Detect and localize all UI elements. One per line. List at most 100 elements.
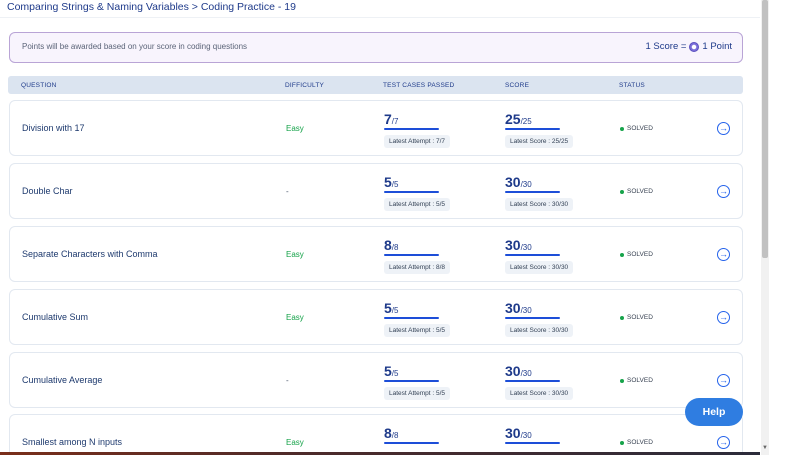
score-progress-bar (505, 128, 560, 130)
score-total: /30 (520, 369, 532, 378)
test-cases-metric: 8/8 (384, 425, 439, 444)
header-question: QUESTION (21, 82, 57, 89)
score-metric: 30/30 Latest Score : 30/30 (505, 174, 574, 211)
status-label: SOLVED (627, 377, 653, 384)
test-cases-progress-bar (384, 317, 439, 319)
difficulty-label: Easy (286, 250, 304, 259)
test-cases-passed: 5 (384, 363, 392, 379)
status-badge: SOLVED (620, 377, 653, 384)
scrollbar[interactable]: ▼ (761, 0, 769, 455)
arrow-right-circle-icon[interactable]: → (717, 248, 730, 261)
status-label: SOLVED (627, 125, 653, 132)
status-label: SOLVED (627, 314, 653, 321)
test-cases-metric: 5/5 Latest Attempt : 5/5 (384, 174, 451, 211)
latest-score-badge: Latest Score : 30/30 (505, 387, 574, 400)
status-label: SOLVED (627, 439, 653, 446)
score-total: /30 (520, 180, 532, 189)
coding-practice-page: Comparing Strings & Naming Variables > C… (0, 0, 760, 455)
score-metric: 30/30 (505, 425, 560, 444)
question-row[interactable]: Smallest among N inputs Easy 8/8 30/30 SOLVE… (9, 414, 743, 455)
score-total: /30 (520, 243, 532, 252)
difficulty-label: Easy (286, 313, 304, 322)
latest-score-badge: Latest Score : 30/30 (505, 261, 574, 274)
question-title[interactable]: Cumulative Average (22, 375, 102, 385)
header-score: SCORE (505, 82, 530, 89)
table-header: QUESTION DIFFICULTY TEST CASES PASSED SC… (8, 76, 743, 94)
question-row[interactable]: Cumulative Sum Easy 5/5 Latest Attempt : 5/… (9, 289, 743, 345)
test-cases-passed: 5 (384, 300, 392, 316)
status-dot-icon (620, 378, 624, 383)
question-row[interactable]: Double Char - 5/5 Latest Attempt : 5/5 30/30… (9, 163, 743, 219)
status-badge: SOLVED (620, 188, 653, 195)
arrow-right-circle-icon[interactable]: → (717, 122, 730, 135)
header-divider (0, 17, 760, 18)
test-cases-total: /8 (391, 431, 399, 440)
coin-icon (689, 41, 700, 52)
test-cases-progress-bar (384, 128, 439, 130)
score-progress-bar (505, 442, 560, 444)
score-progress-bar (505, 191, 560, 193)
question-row[interactable]: Division with 17 Easy 7/7 Latest Attempt : … (9, 100, 743, 156)
score-value: 30 (505, 174, 521, 190)
latest-score-badge: Latest Score : 30/30 (505, 198, 574, 211)
status-badge: SOLVED (620, 439, 653, 446)
arrow-right-circle-icon[interactable]: → (717, 311, 730, 324)
breadcrumb[interactable]: Comparing Strings & Naming Variables > C… (7, 1, 296, 13)
test-cases-metric: 8/8 Latest Attempt : 8/8 (384, 237, 451, 274)
status-badge: SOLVED (620, 251, 653, 258)
score-metric: 30/30 Latest Score : 30/30 (505, 237, 574, 274)
score-value: 30 (505, 363, 521, 379)
test-cases-progress-bar (384, 254, 439, 256)
test-cases-metric: 5/5 Latest Attempt : 5/5 (384, 363, 451, 400)
score-progress-bar (505, 317, 560, 319)
question-title[interactable]: Division with 17 (22, 123, 85, 133)
status-dot-icon (620, 440, 624, 445)
question-title[interactable]: Separate Characters with Comma (22, 249, 158, 259)
header-status: STATUS (619, 82, 645, 89)
status-dot-icon (620, 252, 624, 257)
test-cases-total: /5 (391, 306, 399, 315)
scroll-down-arrow-icon[interactable]: ▼ (762, 444, 768, 452)
question-title[interactable]: Double Char (22, 186, 73, 196)
arrow-right-circle-icon[interactable]: → (717, 374, 730, 387)
test-cases-passed: 7 (384, 111, 392, 127)
status-badge: SOLVED (620, 125, 653, 132)
test-cases-metric: 7/7 Latest Attempt : 7/7 (384, 111, 451, 148)
question-row[interactable]: Cumulative Average - 5/5 Latest Attempt : 5… (9, 352, 743, 408)
status-dot-icon (620, 126, 624, 131)
test-cases-total: /5 (391, 369, 399, 378)
score-value: 30 (505, 300, 521, 316)
latest-attempt-badge: Latest Attempt : 5/5 (384, 198, 451, 211)
question-row[interactable]: Separate Characters with Comma Easy 8/8 Lat… (9, 226, 743, 282)
test-cases-total: /7 (391, 117, 399, 126)
test-cases-passed: 8 (384, 425, 392, 441)
latest-score-badge: Latest Score : 30/30 (505, 324, 574, 337)
difficulty-label: - (286, 376, 289, 385)
score-total: /25 (520, 117, 532, 126)
help-button[interactable]: Help (685, 398, 743, 426)
arrow-right-circle-icon[interactable]: → (717, 185, 730, 198)
status-badge: SOLVED (620, 314, 653, 321)
difficulty-label: - (286, 187, 289, 196)
points-rule: 1 Score = 1 Point (645, 41, 732, 52)
test-cases-metric: 5/5 Latest Attempt : 5/5 (384, 300, 451, 337)
points-rule-right: 1 Point (702, 41, 732, 52)
arrow-right-circle-icon[interactable]: → (717, 436, 730, 449)
points-banner: Points will be awarded based on your sco… (9, 32, 743, 63)
test-cases-passed: 8 (384, 237, 392, 253)
scrollbar-thumb[interactable] (762, 0, 768, 258)
score-total: /30 (520, 431, 532, 440)
question-title[interactable]: Cumulative Sum (22, 312, 88, 322)
latest-attempt-badge: Latest Attempt : 8/8 (384, 261, 451, 274)
score-progress-bar (505, 254, 560, 256)
status-dot-icon (620, 189, 624, 194)
header-difficulty: DIFFICULTY (285, 82, 325, 89)
question-title[interactable]: Smallest among N inputs (22, 437, 122, 447)
points-rule-left: 1 Score = (645, 41, 687, 52)
latest-attempt-badge: Latest Attempt : 5/5 (384, 324, 451, 337)
test-cases-progress-bar (384, 191, 439, 193)
test-cases-passed: 5 (384, 174, 392, 190)
score-value: 25 (505, 111, 521, 127)
score-progress-bar (505, 380, 560, 382)
test-cases-progress-bar (384, 442, 439, 444)
